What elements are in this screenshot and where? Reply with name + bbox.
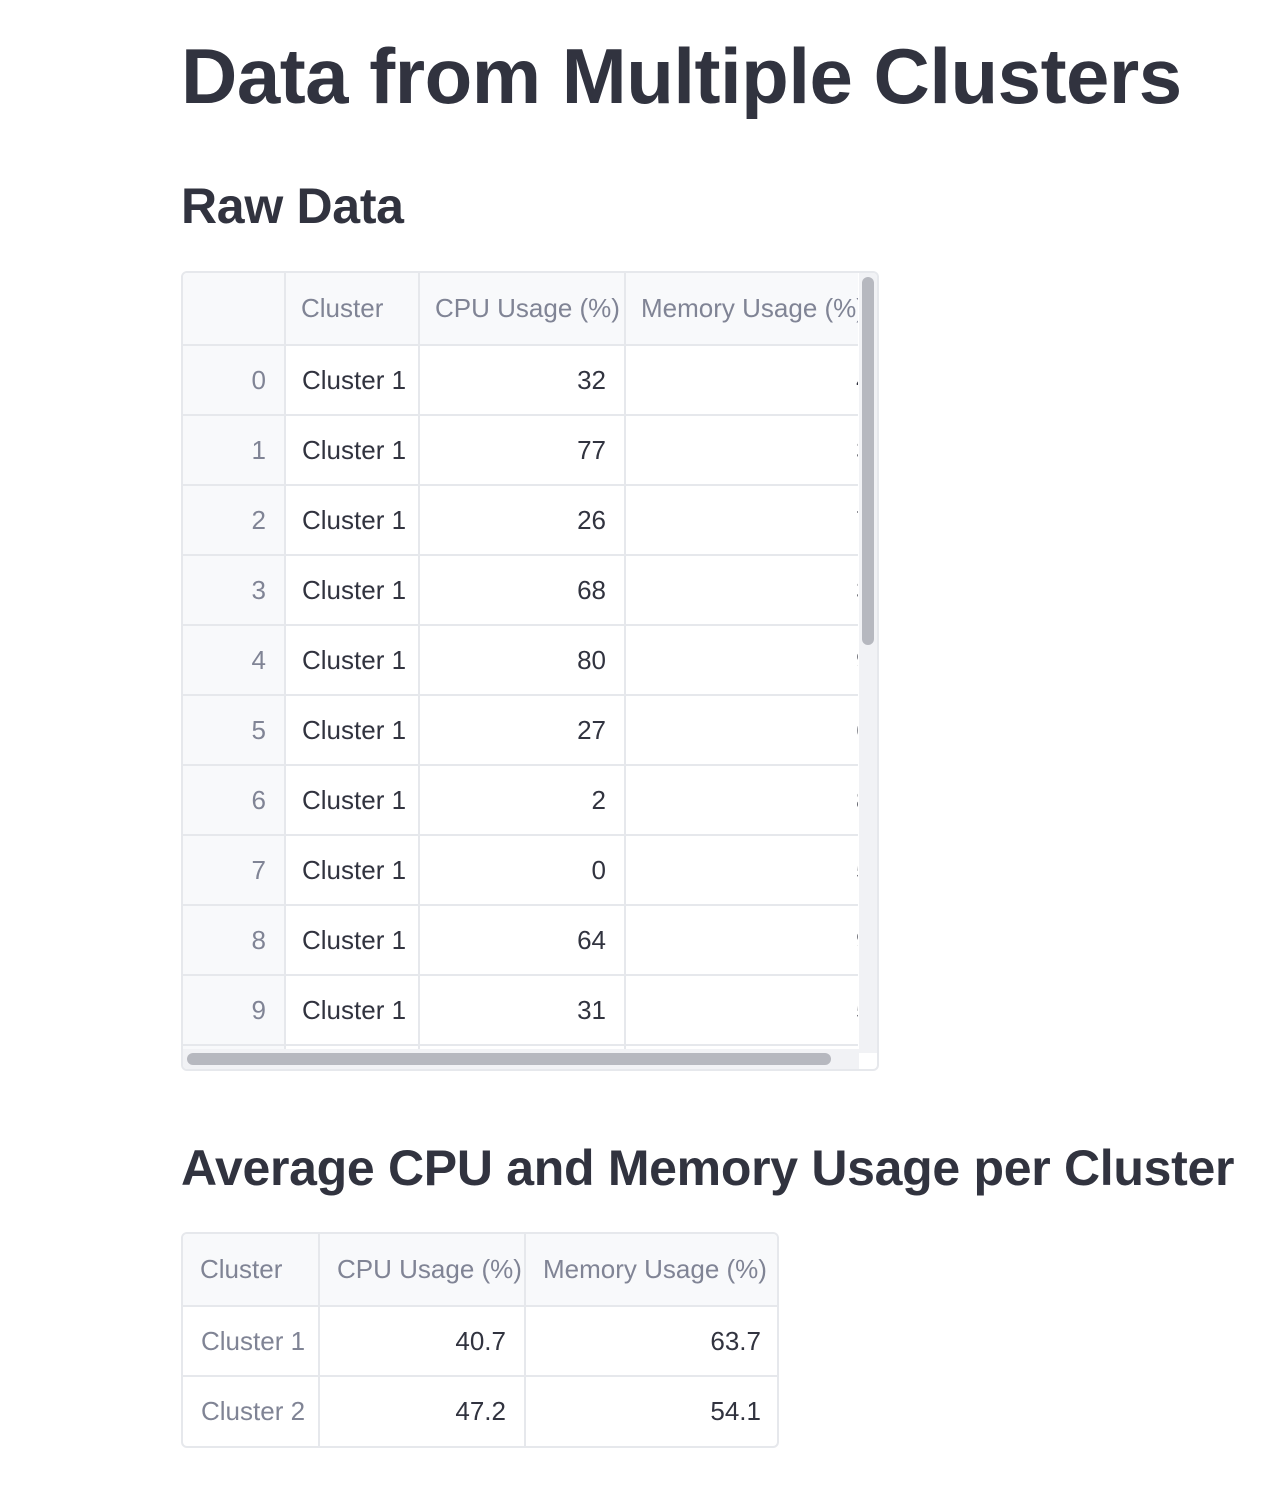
average-usage-table-frame: Cluster CPU Usage (%) Memory Usage (%) C… (181, 1232, 779, 1448)
page-title: Data from Multiple Clusters (181, 32, 1182, 120)
memory-usage-column-header: Memory Usage (%) (525, 1234, 777, 1307)
memory-usage-value: 56 (856, 855, 858, 886)
memory-usage-cell[interactable]: 68 (625, 695, 858, 766)
memory-usage-cell[interactable]: 87 (625, 765, 858, 836)
table-row: 2 Cluster 1 26 74 (183, 485, 858, 556)
table-row: 3 Cluster 1 68 33 (183, 555, 858, 626)
cpu-usage-column-header: CPU Usage (%) (319, 1234, 526, 1307)
cpu-usage-column-header[interactable]: CPU Usage (%) (419, 273, 626, 346)
table-row: Cluster 1 40.7 63.7 (183, 1306, 777, 1377)
raw-data-frame[interactable]: Cluster CPU Usage (%) Memory Usage (%) 0… (181, 271, 879, 1071)
cluster-cell[interactable]: Cluster 1 (285, 625, 420, 696)
cluster-cell[interactable]: Cluster 1 (285, 905, 420, 976)
table-row: 5 Cluster 1 27 68 (183, 695, 858, 766)
memory-usage-cell[interactable]: 40 (625, 345, 858, 416)
memory-usage-cell[interactable]: 99 (625, 625, 858, 696)
page: Data from Multiple Clusters Raw Data Clu… (0, 0, 1276, 1502)
memory-usage-cell[interactable]: 33 (625, 555, 858, 626)
row-index: 0 (183, 345, 286, 416)
table-row: 6 Cluster 1 2 87 (183, 765, 858, 836)
row-index: 8 (183, 905, 286, 976)
cluster-column-header[interactable]: Cluster (285, 273, 420, 346)
cpu-usage-cell[interactable]: 31 (419, 975, 626, 1046)
cpu-usage-cell[interactable]: 26 (419, 485, 626, 556)
cluster-cell[interactable]: Cluster 1 (285, 485, 420, 556)
cluster-cell[interactable]: Cluster 1 (285, 765, 420, 836)
memory-usage-value: 87 (856, 785, 858, 816)
memory-usage-column-header[interactable]: Memory Usage (%) (625, 273, 858, 346)
row-index: 2 (183, 485, 286, 556)
cpu-usage-cell[interactable]: 80 (419, 625, 626, 696)
row-index: 3 (183, 555, 286, 626)
cpu-usage-cell: 40.7 (319, 1306, 526, 1377)
cpu-usage-cell[interactable]: 2 (419, 765, 626, 836)
cluster-cell[interactable]: Cluster 1 (285, 415, 420, 486)
memory-usage-value: 33 (856, 435, 858, 466)
table-row: Cluster 2 47.2 54.1 (183, 1376, 777, 1446)
cluster-column-header: Cluster (183, 1234, 320, 1307)
memory-usage-value: 57 (856, 995, 858, 1026)
average-usage-heading: Average CPU and Memory Usage per Cluster (181, 1140, 1235, 1196)
cpu-usage-cell[interactable]: 0 (419, 835, 626, 906)
cluster-cell[interactable]: Cluster 1 (285, 555, 420, 626)
row-index: 6 (183, 765, 286, 836)
memory-usage-cell[interactable]: 56 (625, 835, 858, 906)
row-index: 4 (183, 625, 286, 696)
cluster-cell[interactable]: Cluster 1 (285, 835, 420, 906)
table-row: 0 Cluster 1 32 40 (183, 345, 858, 416)
memory-usage-value: 99 (856, 645, 858, 676)
cluster-row-label: Cluster 1 (183, 1306, 320, 1377)
raw-data-table: Cluster CPU Usage (%) Memory Usage (%) 0… (183, 273, 858, 1049)
average-usage-table: Cluster CPU Usage (%) Memory Usage (%) C… (183, 1234, 777, 1446)
row-index: 7 (183, 835, 286, 906)
cpu-usage-cell[interactable]: 27 (419, 695, 626, 766)
table-row: 1 Cluster 1 77 33 (183, 415, 858, 486)
index-column-header[interactable] (183, 273, 286, 346)
memory-usage-value: 90 (856, 925, 858, 956)
memory-usage-value: 33 (856, 575, 858, 606)
memory-usage-cell: 63.7 (525, 1306, 777, 1377)
cluster-cell[interactable]: Cluster 1 (285, 975, 420, 1046)
table-row: 8 Cluster 1 64 90 (183, 905, 858, 976)
cluster-row-label: Cluster 2 (183, 1376, 320, 1446)
row-index: 1 (183, 415, 286, 486)
cpu-usage-cell[interactable]: 77 (419, 415, 626, 486)
memory-usage-value: 40 (856, 365, 858, 396)
memory-usage-cell: 54.1 (710, 1396, 761, 1426)
memory-usage-cell[interactable]: 90 (625, 905, 858, 976)
raw-data-heading: Raw Data (181, 178, 404, 234)
table-row: 7 Cluster 1 0 56 (183, 835, 858, 906)
raw-data-header-row: Cluster CPU Usage (%) Memory Usage (%) (183, 273, 858, 346)
table-row: 4 Cluster 1 80 99 (183, 625, 858, 696)
row-index: 5 (183, 695, 286, 766)
cpu-usage-cell[interactable]: 68 (419, 555, 626, 626)
row-index: 9 (183, 975, 286, 1046)
memory-usage-value: 74 (856, 505, 858, 536)
horizontal-scrollbar-thumb[interactable] (187, 1053, 831, 1065)
raw-data-viewport[interactable]: Cluster CPU Usage (%) Memory Usage (%) 0… (183, 273, 858, 1049)
memory-usage-cell[interactable]: 33 (625, 415, 858, 486)
table-row: 9 Cluster 1 31 57 (183, 975, 858, 1046)
cpu-usage-cell[interactable]: 64 (419, 905, 626, 976)
vertical-scrollbar-thumb[interactable] (862, 277, 874, 645)
cpu-usage-cell: 47.2 (319, 1376, 526, 1446)
average-header-row: Cluster CPU Usage (%) Memory Usage (%) (183, 1234, 777, 1307)
memory-usage-cell[interactable]: 74 (625, 485, 858, 556)
cpu-usage-cell[interactable]: 32 (419, 345, 626, 416)
memory-usage-value: 68 (856, 715, 858, 746)
cluster-cell[interactable]: Cluster 1 (285, 695, 420, 766)
memory-usage-cell[interactable]: 57 (625, 975, 858, 1046)
cluster-cell[interactable]: Cluster 1 (285, 345, 420, 416)
